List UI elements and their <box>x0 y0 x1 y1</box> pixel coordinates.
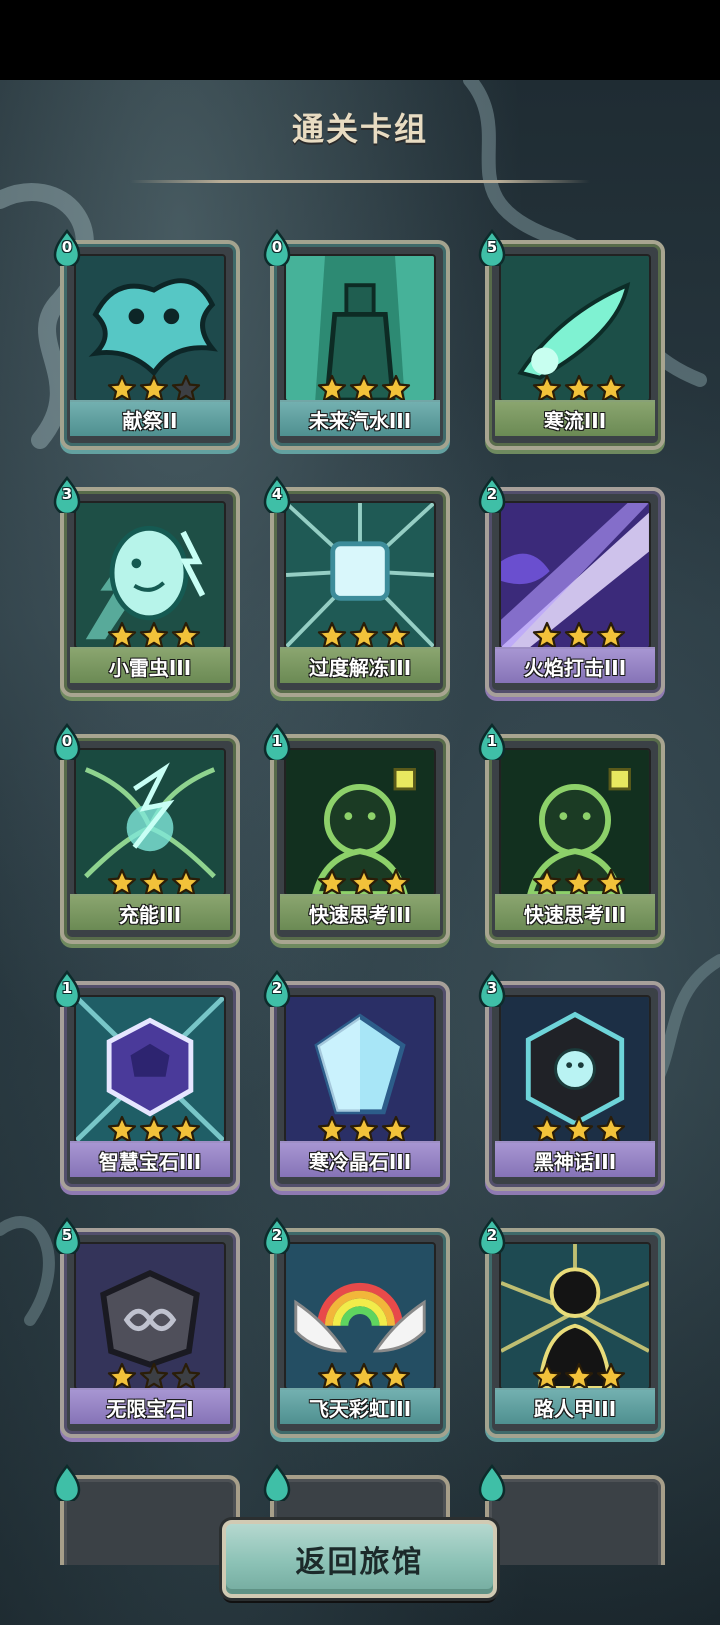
card-name: 路人甲III <box>495 1388 655 1424</box>
cost-drop-icon <box>262 1461 292 1501</box>
card-cost: 1 <box>486 732 498 750</box>
cost-drop-icon: 5 <box>52 1214 82 1254</box>
card-cost: 0 <box>271 238 283 256</box>
card-cost: 5 <box>61 1226 73 1244</box>
deck-card[interactable]: 快速思考III 1 <box>478 722 665 944</box>
deck-card-partial[interactable] <box>478 1463 665 1565</box>
cost-drop-icon: 1 <box>477 720 507 760</box>
card-cost: 1 <box>61 979 73 997</box>
card-name: 黑神话III <box>495 1141 655 1177</box>
card-name: 快速思考III <box>495 894 655 930</box>
card-cost: 3 <box>486 979 498 997</box>
card-cost: 1 <box>271 732 283 750</box>
title-divider <box>130 180 590 183</box>
deck-card[interactable]: 寒冷晶石III 2 <box>263 969 450 1191</box>
cost-drop-icon: 0 <box>52 720 82 760</box>
deck-card[interactable]: 黑神话III 3 <box>478 969 665 1191</box>
deck-card[interactable]: 充能III 0 <box>53 722 240 944</box>
deck-card[interactable]: 寒流III 5 <box>478 228 665 450</box>
cost-drop-icon <box>52 1461 82 1501</box>
card-cost: 2 <box>271 979 283 997</box>
card-cost: 4 <box>271 485 283 503</box>
card-name: 过度解冻III <box>280 647 440 683</box>
card-name: 小雷虫III <box>70 647 230 683</box>
card-name: 飞天彩虹III <box>280 1388 440 1424</box>
deck-card[interactable]: 献祭II 0 <box>53 228 240 450</box>
card-cost: 2 <box>486 1226 498 1244</box>
deck-card[interactable]: 飞天彩虹III 2 <box>263 1216 450 1438</box>
cost-drop-icon <box>477 1461 507 1501</box>
card-cost: 5 <box>486 238 498 256</box>
return-button-label: 返回旅馆 <box>295 1545 424 1580</box>
cost-drop-icon: 0 <box>262 226 292 266</box>
card-cost: 3 <box>61 485 73 503</box>
card-name: 火焰打击III <box>495 647 655 683</box>
cost-drop-icon: 2 <box>262 967 292 1007</box>
cost-drop-icon: 2 <box>477 473 507 513</box>
card-name: 无限宝石I <box>70 1388 230 1424</box>
cost-drop-icon: 1 <box>262 720 292 760</box>
deck-card[interactable]: 过度解冻III 4 <box>263 475 450 697</box>
card-name: 寒流III <box>495 400 655 436</box>
card-name: 献祭II <box>70 400 230 436</box>
cost-drop-icon: 3 <box>477 967 507 1007</box>
page-title: 通关卡组 <box>291 110 428 148</box>
deck-card[interactable]: 快速思考III 1 <box>263 722 450 944</box>
cost-drop-icon: 0 <box>52 226 82 266</box>
card-cost: 2 <box>486 485 498 503</box>
card-name: 智慧宝石III <box>70 1141 230 1177</box>
deck-card[interactable]: 未来汽水III 0 <box>263 228 450 450</box>
cost-drop-icon: 2 <box>477 1214 507 1254</box>
card-cost: 0 <box>61 238 73 256</box>
cost-drop-icon: 1 <box>52 967 82 1007</box>
cost-drop-icon: 3 <box>52 473 82 513</box>
deck-card[interactable]: 火焰打击III 2 <box>478 475 665 697</box>
deck-card[interactable]: 智慧宝石III 1 <box>53 969 240 1191</box>
deck-screen: 通关卡组 献祭II 0 未来汽水III 0 寒流III 5 小雷虫III 3 过度解冻III 4 火… <box>0 80 720 1625</box>
deck-card[interactable]: 小雷虫III 3 <box>53 475 240 697</box>
card-name: 快速思考III <box>280 894 440 930</box>
return-to-inn-button[interactable]: 返回旅馆 <box>222 1520 497 1598</box>
deck-card-partial[interactable] <box>53 1463 240 1565</box>
cost-drop-icon: 5 <box>477 226 507 266</box>
card-cost: 2 <box>271 1226 283 1244</box>
card-cost: 0 <box>61 732 73 750</box>
status-bar <box>0 0 720 80</box>
deck-card[interactable]: 无限宝石I 5 <box>53 1216 240 1438</box>
card-grid[interactable]: 献祭II 0 未来汽水III 0 寒流III 5 小雷虫III 3 过度解冻III 4 火焰打击II… <box>0 220 720 1565</box>
card-name: 充能III <box>70 894 230 930</box>
cost-drop-icon: 4 <box>262 473 292 513</box>
card-name: 未来汽水III <box>280 400 440 436</box>
card-name: 寒冷晶石III <box>280 1141 440 1177</box>
deck-card[interactable]: 路人甲III 2 <box>478 1216 665 1438</box>
cost-drop-icon: 2 <box>262 1214 292 1254</box>
